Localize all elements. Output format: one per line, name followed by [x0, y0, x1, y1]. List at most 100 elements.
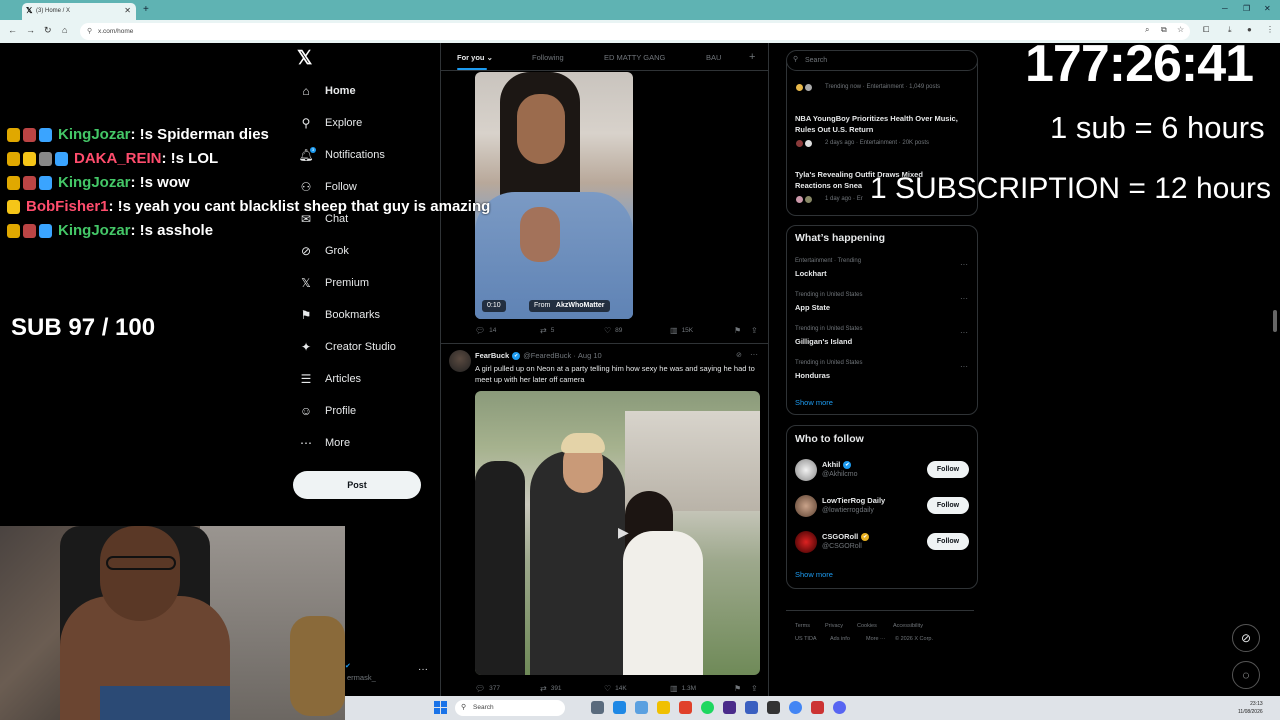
repost-button[interactable]: ⇄ 391	[540, 684, 562, 693]
like-button[interactable]: ♡ 14K	[604, 684, 627, 693]
play-icon[interactable]: ▶	[618, 524, 629, 541]
nav-item-explore[interactable]: ⚲ Explore	[298, 112, 363, 134]
brave-icon[interactable]	[679, 701, 692, 714]
account-menu-icon[interactable]: ···	[418, 664, 428, 675]
follow-button[interactable]: Follow	[927, 533, 969, 550]
messages-icon[interactable]: ◌	[1232, 661, 1260, 689]
app-icon[interactable]	[811, 701, 824, 714]
show-more-link[interactable]: Show more	[795, 398, 833, 407]
new-tab-icon[interactable]: +	[143, 4, 149, 15]
follow-suggestion-handle[interactable]: @lowtierrogdaily	[822, 507, 874, 514]
taskbar-search[interactable]: ⚲ Search	[455, 700, 565, 716]
home-browser-icon[interactable]: ⌂	[62, 25, 67, 35]
bookmark-icon[interactable]: ⚑	[734, 326, 741, 335]
grok-icon[interactable]: ⊘	[1232, 624, 1260, 652]
add-tab-icon[interactable]: +	[749, 51, 755, 63]
share-icon[interactable]: ⇪	[751, 684, 758, 693]
trend-title[interactable]: Lockhart	[795, 268, 827, 279]
nav-item-premium[interactable]: 𝕏 Premium	[298, 272, 369, 294]
bookmark-icon[interactable]: ⚑	[734, 684, 741, 693]
nav-item-articles[interactable]: ☰ Articles	[298, 368, 361, 390]
author-handle[interactable]: @FearedBuck	[523, 351, 571, 360]
reply-button[interactable]: 💬︎ 14	[475, 326, 496, 335]
nav-item-home[interactable]: ⌂ Home	[298, 80, 355, 102]
footer-link[interactable]: More ···	[866, 636, 886, 642]
reload-icon[interactable]: ↻	[44, 25, 52, 36]
chrome-icon[interactable]	[789, 701, 802, 714]
nav-item-bookmarks[interactable]: ⚑ Bookmarks	[298, 304, 380, 326]
scrollbar[interactable]	[1273, 310, 1277, 332]
share-icon[interactable]: ⇪	[751, 326, 758, 335]
grok-icon[interactable]: ⊘	[736, 351, 742, 359]
footer-link[interactable]: US TIDA	[795, 636, 817, 642]
follow-suggestion-handle[interactable]: @CSGORoll	[822, 543, 862, 550]
follow-suggestion-name[interactable]: CSGORoll ✔	[822, 532, 872, 541]
reply-button[interactable]: 💬︎ 377	[475, 684, 500, 693]
post-button[interactable]: Post	[293, 471, 421, 499]
more-icon[interactable]: ···	[960, 362, 968, 371]
edge-icon[interactable]	[613, 701, 626, 714]
spotify-icon[interactable]	[701, 701, 714, 714]
trend-title[interactable]: Gilligan's Island	[795, 336, 852, 347]
minimize-icon[interactable]: ─	[1222, 4, 1228, 13]
video-source[interactable]: From AkzWhoMatter	[529, 300, 610, 312]
site-info-icon[interactable]: ⚲	[87, 27, 92, 35]
file-explorer-icon[interactable]	[657, 701, 670, 714]
views-button[interactable]: ▥ 15K	[670, 326, 693, 335]
settings-icon[interactable]	[591, 701, 604, 714]
views-button[interactable]: ▥ 1.3M	[670, 684, 696, 693]
follow-suggestion-name[interactable]: Akhil ✔	[822, 460, 854, 469]
avatar[interactable]	[795, 495, 817, 517]
app-icon[interactable]	[767, 701, 780, 714]
discord-icon[interactable]	[833, 701, 846, 714]
url-input[interactable]: ⚲ x.com/home	[80, 23, 1190, 40]
more-icon[interactable]: ···	[960, 328, 968, 337]
footer-link[interactable]: Cookies	[857, 623, 877, 629]
like-button[interactable]: ♡ 89	[604, 326, 622, 335]
nav-item-grok[interactable]: ⊘ Grok	[298, 240, 349, 262]
forward-icon[interactable]: →	[26, 25, 35, 35]
follow-suggestion-handle[interactable]: @Akhilcmo	[822, 471, 858, 478]
trend-title[interactable]: App State	[795, 302, 830, 313]
app-icon[interactable]	[745, 701, 758, 714]
x-logo[interactable]: 𝕏	[297, 49, 312, 69]
author-name[interactable]: FearBuck	[475, 351, 509, 360]
tab-ed-matty-gang[interactable]: ED MATTY GANG	[604, 53, 665, 62]
close-icon[interactable]: ✕	[124, 6, 131, 15]
maximize-icon[interactable]: ❐	[1243, 4, 1250, 13]
nav-item-more[interactable]: ⋯ More	[298, 432, 350, 454]
footer-link[interactable]: Accessibility	[893, 623, 923, 629]
nav-item-creator-studio[interactable]: ✦ Creator Studio	[298, 336, 396, 358]
trend-title[interactable]: Honduras	[795, 370, 830, 381]
nav-item-profile[interactable]: ☺ Profile	[298, 400, 356, 422]
browser-tab[interactable]: 𝕏 (3) Home / X ✕	[22, 3, 136, 20]
tab-following[interactable]: Following	[532, 53, 564, 62]
follow-suggestion-name[interactable]: LowTierRog Daily	[822, 496, 885, 505]
more-icon[interactable]: ···	[750, 350, 758, 359]
footer-link[interactable]: Ads info	[830, 636, 850, 642]
back-icon[interactable]: ←	[8, 25, 17, 35]
follow-button[interactable]: Follow	[927, 461, 969, 478]
tab-bau[interactable]: BAU	[706, 53, 721, 62]
avatar[interactable]	[449, 350, 471, 372]
footer-link[interactable]: Terms	[795, 623, 810, 629]
nav-item-follow[interactable]: ⚇ Follow	[298, 176, 357, 198]
avatar[interactable]	[795, 531, 817, 553]
premiere-icon[interactable]	[723, 701, 736, 714]
account-handle[interactable]: ermask_	[347, 673, 376, 682]
more-icon[interactable]: ···	[960, 260, 968, 269]
repost-button[interactable]: ⇄ 5	[540, 326, 554, 335]
star-icon[interactable]: ☆	[1177, 25, 1184, 34]
tab-for-you[interactable]: For you ⌄	[457, 53, 493, 62]
avatar[interactable]	[795, 459, 817, 481]
footer-link[interactable]: © 2026 X Corp.	[895, 636, 933, 642]
more-icon[interactable]: ···	[960, 294, 968, 303]
tweet-video[interactable]	[475, 72, 633, 319]
show-more-link[interactable]: Show more	[795, 570, 833, 579]
window-close-icon[interactable]: ✕	[1264, 4, 1271, 13]
taskbar-clock[interactable]: 23:13 11/08/2026	[1238, 700, 1263, 716]
store-icon[interactable]	[635, 701, 648, 714]
windows-start-icon[interactable]	[434, 701, 447, 714]
menu-icon[interactable]: ⋮	[1266, 25, 1274, 34]
follow-button[interactable]: Follow	[927, 497, 969, 514]
